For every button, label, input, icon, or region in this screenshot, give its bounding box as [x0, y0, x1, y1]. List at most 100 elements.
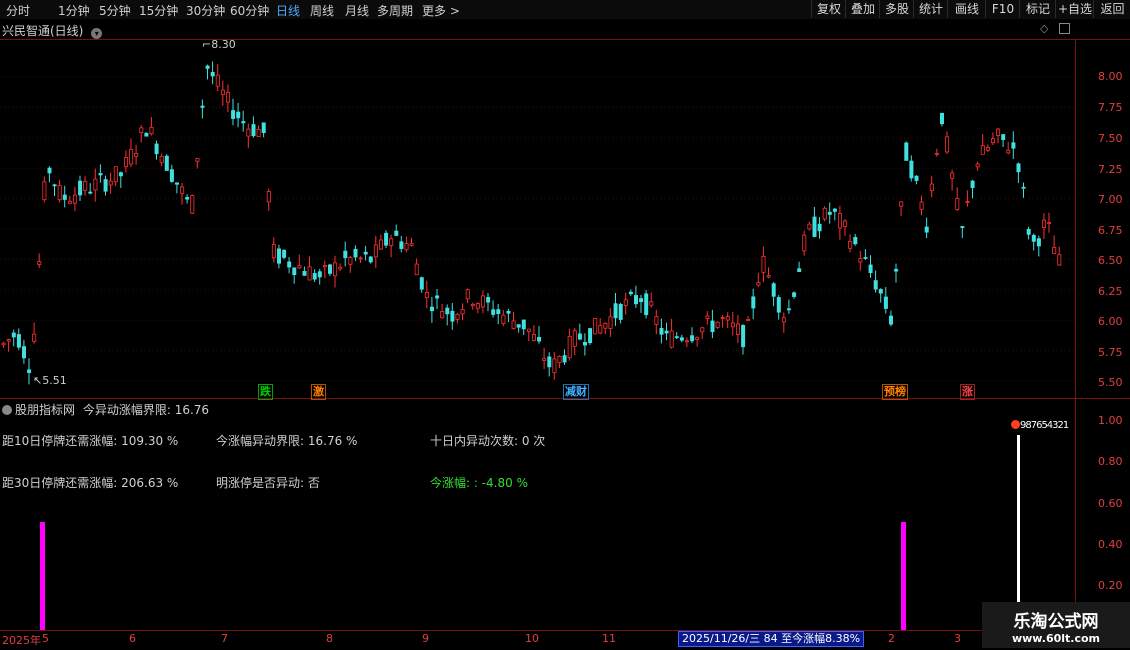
candle-body [327, 264, 332, 274]
candle-body [378, 239, 383, 250]
signal-label: 减财 [563, 384, 589, 400]
candle-body [955, 198, 960, 210]
statistics-button[interactable]: 统计 [913, 0, 948, 18]
candle-body [649, 301, 654, 306]
indicator-settings-icon[interactable] [2, 405, 12, 415]
candle-body [787, 308, 792, 311]
candle-body [598, 325, 603, 334]
candle-body [996, 128, 1001, 136]
diamond-icon[interactable]: ◇ [1040, 22, 1048, 35]
indicator-row-count: 十日内异动次数: 0 次 [430, 434, 546, 448]
candle-body [220, 89, 225, 96]
period-tab-15min[interactable]: 15分钟 [139, 2, 178, 19]
add-watchlist-button[interactable]: +自选 [1055, 0, 1094, 18]
candle-body [516, 324, 521, 328]
candle-body [827, 211, 832, 215]
candle-body [414, 263, 419, 276]
multi-stock-button[interactable]: 多股 [879, 0, 914, 18]
candlestick-chart[interactable] [0, 40, 1075, 398]
candle-body [246, 128, 251, 137]
candle-body [266, 191, 271, 203]
candle-body [634, 295, 639, 305]
candle-body [950, 172, 955, 179]
period-tab-timeshare[interactable]: 分时 [6, 2, 30, 19]
candle-body [16, 334, 21, 348]
candle-body [1021, 186, 1026, 189]
candle-body [491, 309, 496, 315]
mark-button[interactable]: 标记 [1019, 0, 1056, 18]
period-tab-1min[interactable]: 1分钟 [58, 2, 90, 19]
candle-body [1052, 246, 1057, 254]
candle-body [134, 153, 139, 157]
period-tab-daily[interactable]: 日线 [276, 2, 300, 19]
indicator-row-30day: 距30日停牌还需涨幅: 206.63 % [2, 476, 179, 490]
candle-body [465, 289, 470, 300]
candle-body [389, 238, 394, 246]
draw-line-button[interactable]: 画线 [947, 0, 986, 18]
y-label: 8.00 [1098, 70, 1123, 83]
y-axis-line [1075, 40, 1076, 630]
candle-body [679, 337, 684, 341]
indicator-tag-text: 987654321 [1020, 420, 1069, 431]
low-price-marker: ↖5.51 [33, 374, 67, 387]
x-label: 11 [602, 632, 616, 645]
candle-body [103, 179, 108, 192]
candle-body [455, 313, 460, 320]
candle-body [480, 295, 485, 308]
candle-body [210, 72, 215, 77]
candle-body [608, 316, 613, 329]
y-label: 6.00 [1098, 315, 1123, 328]
candle-body [496, 309, 501, 315]
back-button[interactable]: 返回 [1093, 0, 1130, 18]
dropdown-circle-icon[interactable]: ▾ [91, 28, 103, 39]
candle-body [894, 268, 899, 272]
candle-body [511, 320, 516, 330]
candle-body [603, 322, 608, 329]
candle-body [975, 163, 980, 168]
candle-body [154, 143, 159, 155]
stock-title-text: 兴民智通(日线) [2, 24, 84, 38]
period-tab-weekly[interactable]: 周线 [310, 2, 334, 19]
candle-body [180, 186, 185, 194]
restore-rights-button[interactable]: 复权 [811, 0, 846, 18]
candle-body [1042, 219, 1047, 229]
candle-body [725, 316, 730, 321]
candle-body [593, 318, 598, 335]
candle-body [685, 340, 690, 343]
candle-body [353, 248, 358, 258]
candle-body [11, 332, 16, 338]
x-label: 7 [221, 632, 228, 645]
y-label: 6.50 [1098, 254, 1123, 267]
candle-body [1, 342, 6, 346]
y-label: 0.80 [1098, 455, 1123, 468]
panel-layout-icon[interactable] [1059, 23, 1070, 34]
candle-body [78, 180, 83, 196]
overlay-button[interactable]: 叠加 [845, 0, 880, 18]
candle-body [373, 244, 378, 258]
candle-body [715, 321, 720, 328]
period-tab-5min[interactable]: 5分钟 [99, 2, 131, 19]
candle-body [858, 258, 863, 263]
candle-body [822, 207, 827, 220]
signal-label: 激 [311, 384, 326, 400]
x-label: 8 [326, 632, 333, 645]
period-tab-60min[interactable]: 60分钟 [230, 2, 269, 19]
candle-body [909, 160, 914, 179]
candle-body [868, 264, 873, 274]
candle-body [710, 320, 715, 333]
candle-body [338, 266, 343, 270]
candle-body [644, 293, 649, 316]
candle-body [838, 213, 843, 229]
period-tab-more[interactable]: 更多 > [422, 2, 460, 19]
candle-body [440, 311, 445, 319]
candle-body [190, 195, 195, 214]
f10-button[interactable]: F10 [985, 0, 1020, 18]
period-tab-multi[interactable]: 多周期 [377, 2, 413, 19]
candle-body [588, 328, 593, 344]
candle-body [67, 200, 72, 204]
indicator-name: 股朋指标网 [15, 403, 76, 417]
period-tab-30min[interactable]: 30分钟 [186, 2, 225, 19]
candle-body [577, 333, 582, 340]
period-tab-monthly[interactable]: 月线 [345, 2, 369, 19]
candle-body [348, 257, 353, 265]
